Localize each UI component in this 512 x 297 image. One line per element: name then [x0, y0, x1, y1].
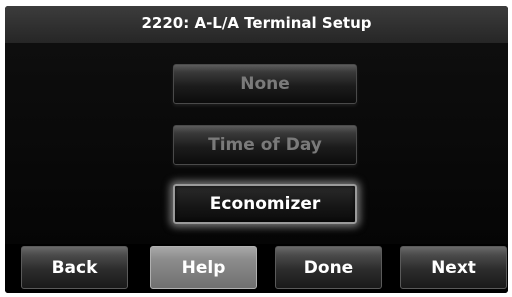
next-button[interactable]: Next: [400, 246, 507, 289]
thermostat-screen: 2220: A-L/A Terminal Setup None Time of …: [5, 6, 508, 293]
option-label: Time of Day: [208, 135, 322, 155]
option-label: None: [240, 74, 290, 94]
back-label: Back: [51, 257, 98, 278]
option-none-button[interactable]: None: [173, 64, 357, 104]
option-time-of-day-button[interactable]: Time of Day: [173, 125, 357, 165]
option-list: None Time of Day Economizer: [5, 43, 508, 244]
option-economizer-button[interactable]: Economizer: [173, 184, 357, 224]
back-button[interactable]: Back: [21, 246, 128, 289]
done-button[interactable]: Done: [275, 246, 382, 289]
navigation-bar: Back Help Done Next: [5, 244, 508, 293]
done-label: Done: [303, 257, 354, 278]
option-label: Economizer: [209, 194, 321, 214]
help-button[interactable]: Help: [150, 246, 257, 289]
help-label: Help: [181, 257, 226, 278]
page-title: 2220: A-L/A Terminal Setup: [5, 6, 508, 44]
next-label: Next: [431, 257, 476, 278]
